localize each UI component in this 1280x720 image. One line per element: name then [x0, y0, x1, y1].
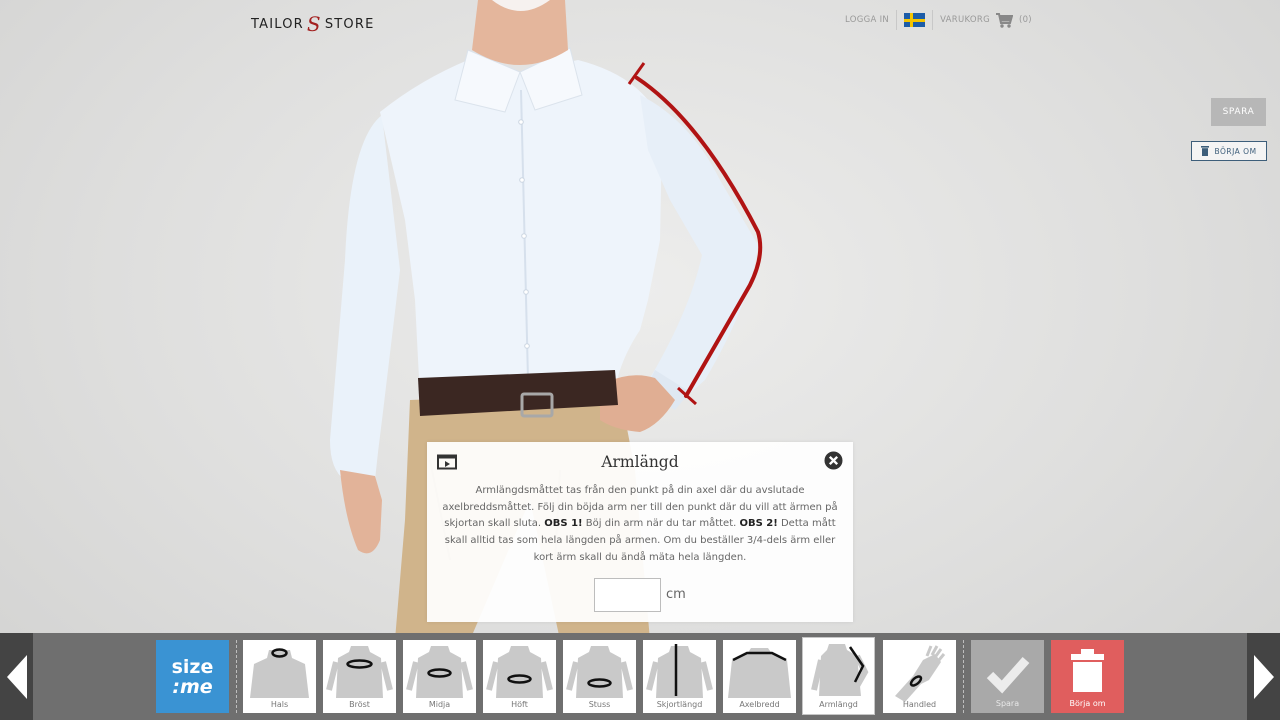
note-2-label: OBS 2!: [739, 518, 778, 530]
measure-item-brost[interactable]: Bröst: [323, 640, 396, 713]
measure-item-label: Höft: [511, 700, 528, 709]
sizeme-button[interactable]: size :me: [156, 640, 229, 713]
close-icon[interactable]: [824, 451, 843, 470]
nav-divider: [932, 10, 934, 30]
measure-item-armlangd[interactable]: Armlängd: [802, 637, 875, 715]
start-over-button[interactable]: BÖRJA OM: [1191, 141, 1267, 161]
cart-count: (0): [1018, 15, 1032, 25]
measure-item-label: Armlängd: [819, 700, 858, 709]
sizeme-logo-bottom: :me: [172, 675, 213, 698]
measure-item-hals[interactable]: Hals: [243, 640, 316, 713]
instruction-text: Böj din arm när du tar måttet.: [582, 518, 740, 530]
trash-icon: [1071, 649, 1104, 692]
unit-label: cm: [666, 587, 686, 602]
arrow-left-icon: [6, 654, 27, 699]
previous-button[interactable]: [0, 633, 33, 720]
measure-item-midja[interactable]: Midja: [403, 640, 476, 713]
next-button[interactable]: [1247, 633, 1280, 720]
measure-item-hoft[interactable]: Höft: [483, 640, 556, 713]
login-link[interactable]: LOGGA IN: [845, 15, 889, 25]
brand-logo[interactable]: TAILOR S STORE: [251, 10, 374, 38]
measure-item-handled[interactable]: Handled: [883, 640, 956, 713]
measurement-dialog: Armlängd Armlängdsmåttet tas från den pu…: [427, 442, 853, 622]
arrow-right-icon: [1253, 654, 1274, 699]
swedish-flag-icon[interactable]: [904, 13, 926, 27]
dialog-instructions: Armlängdsmåttet tas från den punkt på di…: [437, 483, 843, 567]
arm-length-input[interactable]: [594, 578, 661, 612]
measure-item-label: Bröst: [349, 700, 370, 709]
cart-icon[interactable]: [995, 12, 1013, 28]
sizeme-logo-top: size: [171, 655, 214, 678]
toolbar-divider: [963, 640, 964, 713]
measure-item-label: Axelbredd: [739, 700, 780, 709]
measure-item-axelbredd[interactable]: Axelbredd: [723, 640, 796, 713]
start-over-label: BÖRJA OM: [1214, 146, 1257, 156]
measure-item-label: Midja: [428, 700, 451, 709]
logo-text-left: TAILOR: [251, 16, 304, 32]
note-1-label: OBS 1!: [544, 518, 583, 530]
toolbar-start-over-button[interactable]: Börja om: [1051, 640, 1124, 713]
top-navigation: LOGGA IN VARUKORG (0): [845, 10, 1032, 30]
dialog-title: Armlängd: [601, 453, 679, 471]
measure-item-stuss[interactable]: Stuss: [563, 640, 636, 713]
checkmark-icon: [986, 657, 1030, 694]
save-button[interactable]: SPARA: [1211, 98, 1266, 126]
measure-item-label: Hals: [270, 700, 289, 709]
cart-link[interactable]: VARUKORG: [940, 15, 990, 25]
nav-divider: [896, 10, 898, 30]
measure-item-label: Handled: [902, 700, 937, 709]
toolbar-divider: [236, 640, 237, 713]
measure-item-label: Stuss: [588, 700, 611, 709]
measure-item-skjortlangd[interactable]: Skjortlängd: [643, 640, 716, 713]
logo-monogram: S: [306, 12, 322, 36]
trash-icon: [1201, 146, 1210, 156]
measure-item-label: Skjortlängd: [656, 700, 703, 709]
logo-text-right: STORE: [324, 16, 375, 32]
toolbar-save-button[interactable]: Spara: [971, 640, 1044, 713]
